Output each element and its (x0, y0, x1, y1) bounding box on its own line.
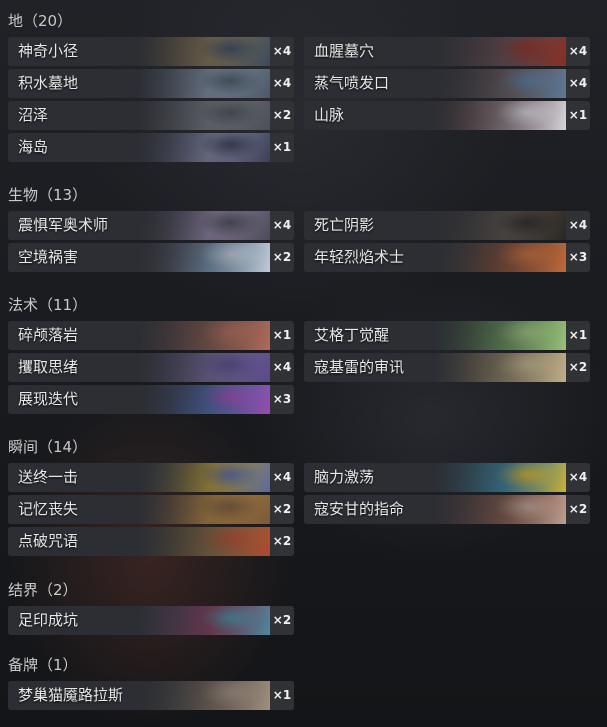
card-row[interactable]: 蒸气喷发口 ×4 (304, 69, 590, 98)
card-row[interactable]: 点破咒语 ×2 (8, 527, 294, 556)
section-title: 生物（13） (8, 186, 88, 204)
card-name: 血腥墓穴 (314, 42, 375, 60)
card-quantity-badge: ×2 (270, 495, 294, 524)
card-grid: 送终一击 ×4 脑力激荡 ×4 记忆丧失 ×2 寇安甘的指命 ×2 点破咒语 ×2 (8, 463, 590, 556)
card-quantity-badge: ×2 (270, 606, 294, 635)
card-name: 艾格丁觉醒 (314, 326, 390, 344)
section-sideboard: 备牌（1） 梦巢猫魇路拉斯 ×1 (8, 653, 590, 710)
section-creatures: 生物（13） 震惧军奥术师 ×4 死亡阴影 ×4 空境祸害 ×2 年轻烈焰术士 ×3 (8, 183, 590, 272)
card-name: 年轻烈焰术士 (314, 248, 405, 266)
card-name: 神奇小径 (18, 42, 79, 60)
card-row[interactable]: 攫取思绪 ×4 (8, 353, 294, 382)
card-row[interactable]: 展现迭代 ×3 (8, 385, 294, 414)
card-row[interactable]: 死亡阴影 ×4 (304, 211, 590, 240)
section-instants: 瞬间（14） 送终一击 ×4 脑力激荡 ×4 记忆丧失 ×2 寇安甘的指命 ×2 点破咒语 ×2 (8, 435, 590, 556)
card-row[interactable]: 艾格丁觉醒 ×1 (304, 321, 590, 350)
card-name: 积水墓地 (18, 74, 79, 92)
card-name: 震惧军奥术师 (18, 216, 109, 234)
card-row[interactable]: 海岛 ×1 (8, 133, 294, 162)
card-quantity-badge: ×4 (566, 463, 590, 492)
card-name: 寇基雷的审讯 (314, 358, 405, 376)
card-name: 空境祸害 (18, 248, 79, 266)
section-title: 备牌（1） (8, 656, 78, 674)
card-row[interactable]: 送终一击 ×4 (8, 463, 294, 492)
card-quantity-badge: ×2 (566, 495, 590, 524)
card-grid: 足印成坑 ×2 (8, 606, 590, 635)
card-quantity-badge: ×2 (566, 353, 590, 382)
card-row[interactable]: 足印成坑 ×2 (8, 606, 294, 635)
card-row[interactable]: 积水墓地 ×4 (8, 69, 294, 98)
card-name: 死亡阴影 (314, 216, 375, 234)
card-row[interactable]: 沼泽 ×2 (8, 101, 294, 130)
section-enchantments: 结界（2） 足印成坑 ×2 (8, 578, 590, 635)
card-quantity-badge: ×4 (566, 69, 590, 98)
card-name: 海岛 (18, 138, 49, 156)
card-quantity-badge: ×2 (270, 101, 294, 130)
card-row[interactable]: 梦巢猫魇路拉斯 ×1 (8, 681, 294, 710)
card-row[interactable]: 神奇小径 ×4 (8, 37, 294, 66)
card-quantity-badge: ×3 (566, 243, 590, 272)
card-name: 寇安甘的指命 (314, 500, 405, 518)
card-name: 脑力激荡 (314, 468, 375, 486)
card-row[interactable]: 脑力激荡 ×4 (304, 463, 590, 492)
card-quantity-badge: ×4 (270, 69, 294, 98)
section-title: 地（20） (8, 12, 73, 30)
card-row[interactable]: 碎颅落岩 ×1 (8, 321, 294, 350)
card-quantity-badge: ×1 (566, 101, 590, 130)
card-quantity-badge: ×4 (270, 37, 294, 66)
card-name: 沼泽 (18, 106, 49, 124)
card-name: 足印成坑 (18, 611, 79, 629)
card-quantity-badge: ×1 (270, 681, 294, 710)
card-name: 展现迭代 (18, 390, 79, 408)
card-quantity-badge: ×4 (270, 211, 294, 240)
card-row[interactable]: 空境祸害 ×2 (8, 243, 294, 272)
card-name: 记忆丧失 (18, 500, 79, 518)
card-quantity-badge: ×4 (270, 463, 294, 492)
card-row[interactable]: 寇基雷的审讯 ×2 (304, 353, 590, 382)
card-name: 送终一击 (18, 468, 79, 486)
card-row[interactable]: 血腥墓穴 ×4 (304, 37, 590, 66)
section-title: 瞬间（14） (8, 438, 88, 456)
card-row[interactable]: 震惧军奥术师 ×4 (8, 211, 294, 240)
card-name: 梦巢猫魇路拉斯 (18, 686, 124, 704)
card-grid: 碎颅落岩 ×1 艾格丁觉醒 ×1 攫取思绪 ×4 寇基雷的审讯 ×2 展现迭代 ×3 (8, 321, 590, 414)
card-row[interactable]: 寇安甘的指命 ×2 (304, 495, 590, 524)
card-quantity-badge: ×3 (270, 385, 294, 414)
card-quantity-badge: ×1 (566, 321, 590, 350)
card-quantity-badge: ×1 (270, 133, 294, 162)
card-name: 碎颅落岩 (18, 326, 79, 344)
card-row[interactable]: 年轻烈焰术士 ×3 (304, 243, 590, 272)
card-quantity-badge: ×2 (270, 527, 294, 556)
section-sorceries: 法术（11） 碎颅落岩 ×1 艾格丁觉醒 ×1 攫取思绪 ×4 寇基雷的审讯 ×2 展现迭代 ×3 (8, 293, 590, 414)
section-title: 法术（11） (8, 296, 88, 314)
card-row[interactable]: 记忆丧失 ×2 (8, 495, 294, 524)
deck-list: 地（20） 神奇小径 ×4 血腥墓穴 ×4 积水墓地 ×4 蒸气喷发口 ×4 沼泽 ×2 山脉 ×1 海… (0, 0, 607, 727)
card-quantity-badge: ×4 (270, 353, 294, 382)
card-quantity-badge: ×1 (270, 321, 294, 350)
card-quantity-badge: ×2 (270, 243, 294, 272)
card-name: 攫取思绪 (18, 358, 79, 376)
card-name: 蒸气喷发口 (314, 74, 390, 92)
card-quantity-badge: ×4 (566, 37, 590, 66)
card-grid: 震惧军奥术师 ×4 死亡阴影 ×4 空境祸害 ×2 年轻烈焰术士 ×3 (8, 211, 590, 272)
card-row[interactable]: 山脉 ×1 (304, 101, 590, 130)
card-grid: 梦巢猫魇路拉斯 ×1 (8, 681, 590, 710)
section-lands: 地（20） 神奇小径 ×4 血腥墓穴 ×4 积水墓地 ×4 蒸气喷发口 ×4 沼泽 ×2 山脉 ×1 海… (8, 9, 590, 162)
card-name: 点破咒语 (18, 532, 79, 550)
card-grid: 神奇小径 ×4 血腥墓穴 ×4 积水墓地 ×4 蒸气喷发口 ×4 沼泽 ×2 山脉 ×1 海岛 ×1 (8, 37, 590, 162)
section-title: 结界（2） (8, 581, 78, 599)
card-name: 山脉 (314, 106, 345, 124)
card-quantity-badge: ×4 (566, 211, 590, 240)
